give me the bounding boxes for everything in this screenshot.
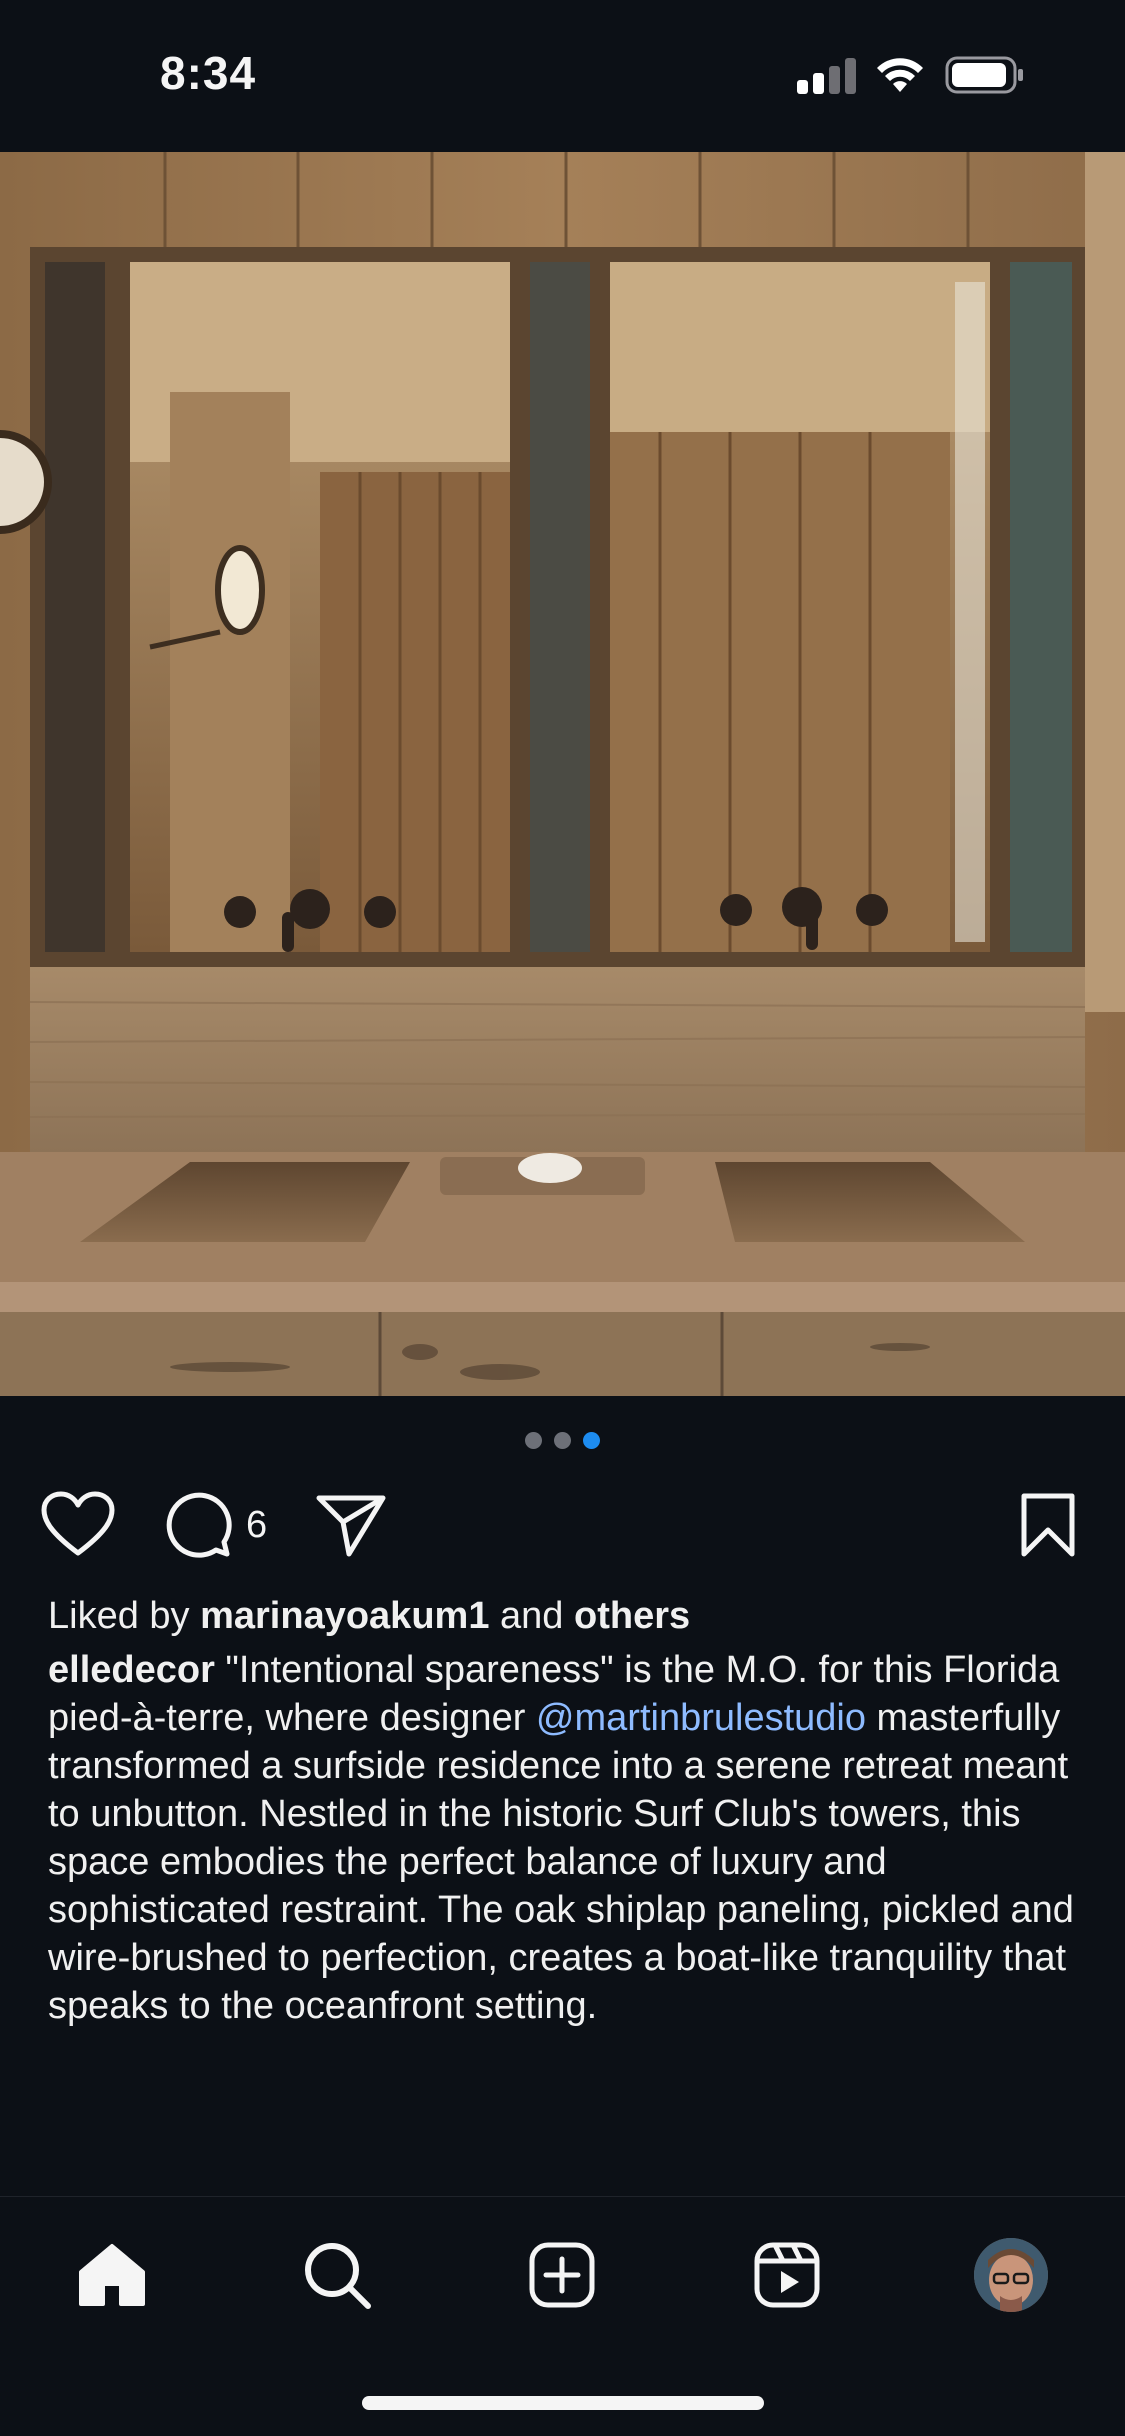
caption-part2: masterfully transformed a surfside resid… (48, 1697, 1074, 2027)
post-caption-block: Liked by marinayoakum1 and others ellede… (48, 1592, 1078, 2030)
liker-username[interactable]: marinayoakum1 (200, 1595, 489, 1637)
home-icon (79, 2244, 145, 2306)
send-icon (316, 1495, 386, 1557)
likes-summary[interactable]: Liked by marinayoakum1 and others (48, 1592, 1078, 1640)
create-icon (529, 2242, 595, 2308)
status-bar: 8:34 (0, 0, 1125, 152)
battery-icon (945, 56, 1023, 94)
search-icon (305, 2243, 371, 2309)
comment-button[interactable]: 6 (164, 1490, 267, 1560)
carousel-dot (554, 1432, 571, 1449)
avatar-image (974, 2238, 1048, 2312)
bookmark-icon (1021, 1493, 1075, 1557)
home-indicator[interactable] (362, 2396, 764, 2410)
heart-icon (41, 1491, 115, 1556)
post-photo[interactable] (0, 152, 1125, 1396)
reels-icon (754, 2242, 820, 2308)
comment-icon (166, 1492, 232, 1558)
post-actions: 6 (0, 1484, 1125, 1564)
save-button[interactable] (1018, 1492, 1078, 1558)
nav-home[interactable] (72, 2235, 152, 2315)
nav-search[interactable] (297, 2235, 377, 2315)
caption-mention[interactable]: @martinbrulestudio (536, 1697, 866, 1739)
likes-others[interactable]: others (574, 1595, 690, 1637)
likes-prefix: Liked by (48, 1595, 201, 1637)
carousel-dot (525, 1432, 542, 1449)
bathroom-photo (0, 152, 1125, 1396)
status-time: 8:34 (160, 47, 257, 99)
share-button[interactable] (315, 1492, 387, 1558)
nav-create[interactable] (522, 2235, 602, 2315)
nav-reels[interactable] (747, 2235, 827, 2315)
nav-profile[interactable] (971, 2235, 1051, 2315)
signal-icon (797, 58, 857, 94)
wifi-icon (877, 58, 923, 92)
caption-text: elledecor "Intentional spareness" is the… (48, 1646, 1078, 2030)
comment-count: 6 (246, 1503, 268, 1546)
bottom-nav (0, 2196, 1125, 2347)
caption-username[interactable]: elledecor (48, 1649, 215, 1691)
carousel-dot-active (583, 1432, 600, 1449)
likes-middle: and (489, 1595, 574, 1637)
profile-avatar (974, 2238, 1048, 2312)
carousel-indicator (0, 1432, 1125, 1452)
like-button[interactable] (40, 1490, 116, 1558)
